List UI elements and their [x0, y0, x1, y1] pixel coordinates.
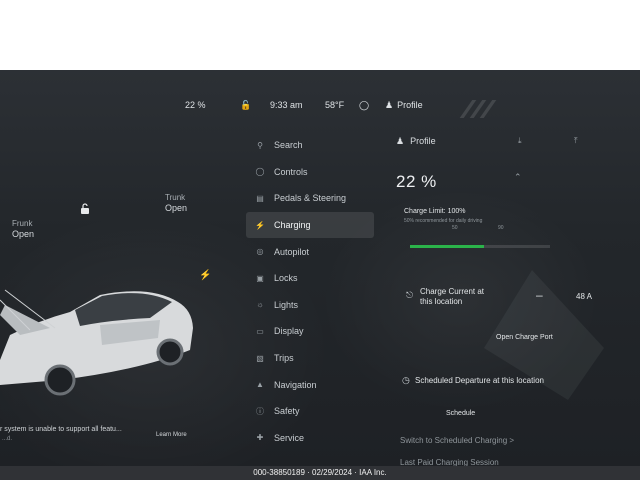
bolt-icon: ⚡	[255, 220, 265, 230]
switch-scheduled-charging-link[interactable]: Switch to Scheduled Charging >	[400, 436, 514, 445]
menu-item-pedals-steering[interactable]: ▤ Pedals & Steering	[246, 185, 374, 212]
trunk-button[interactable]: Trunk Open	[165, 192, 187, 214]
light-icon: ☼	[256, 300, 264, 310]
charge-level-fill	[410, 245, 484, 248]
status-time: 9:33 am	[270, 100, 303, 110]
unlock-icon[interactable]	[80, 203, 90, 215]
touchscreen-display: 22 % 🔓 9:33 am 58°F ◯ ♟ Profile Frunk Ope…	[0, 70, 640, 468]
frunk-label: Frunk	[12, 219, 33, 228]
vehicle-model-image	[0, 289, 193, 396]
charge-limit-slider[interactable]	[410, 245, 550, 248]
charge-limit-subtext: 50% recommended for daily driving	[404, 218, 483, 224]
menu-item-label: Charging	[274, 220, 311, 231]
menu-item-locks[interactable]: ▣ Locks	[246, 265, 374, 292]
display-icon: ▭	[256, 326, 264, 336]
status-battery: 22 %	[185, 100, 206, 110]
tick-label: 50	[452, 225, 458, 231]
charge-limit-label: Charge Limit: 100%	[404, 208, 466, 215]
menu-item-trips[interactable]: ▧ Trips	[246, 345, 374, 372]
car-icon: ▤	[256, 193, 264, 203]
profile-button[interactable]: ♟ Profile	[385, 100, 423, 111]
menu-item-label: Pedals & Steering	[274, 193, 347, 204]
alert-message: r system is unable to support all featu.…	[0, 426, 122, 433]
menu-item-label: Service	[274, 432, 305, 443]
menu-item-controls[interactable]: ◯ Controls	[246, 159, 374, 186]
wrench-icon: ✚	[256, 433, 264, 443]
profile-label: Profile	[397, 100, 423, 110]
plug-icon: ⎋	[406, 290, 414, 300]
trunk-state: Open	[165, 203, 188, 213]
menu-item-label: Search	[274, 140, 303, 151]
alert-subtext: ...d.	[2, 436, 13, 442]
status-temperature[interactable]: 58°F	[325, 100, 344, 110]
open-charge-port-button[interactable]: Open Charge Port	[496, 334, 553, 341]
menu-item-label: Trips	[274, 353, 294, 364]
decrease-current-button[interactable]: –	[536, 288, 543, 302]
menu-item-safety[interactable]: ⓘ Safety	[246, 398, 374, 425]
menu-item-display[interactable]: ▭ Display	[246, 318, 374, 345]
menu-item-label: Navigation	[274, 379, 317, 390]
reflection-stripes	[459, 100, 502, 118]
charge-current-value: 48 A	[576, 292, 593, 301]
navigation-icon: ▲	[256, 380, 264, 390]
lock-icon: ▣	[256, 273, 264, 283]
clock-icon: ◷	[402, 375, 410, 385]
steering-icon: ◎	[256, 247, 264, 257]
menu-item-charging[interactable]: ⚡ Charging	[246, 211, 374, 239]
menu-item-label: Controls	[274, 166, 308, 177]
menu-item-search[interactable]: ⚲ Search	[246, 132, 374, 159]
learn-more-link[interactable]: Learn More	[156, 432, 187, 438]
trips-icon: ▧	[256, 353, 264, 363]
schedule-button[interactable]: Schedule	[446, 410, 475, 417]
tick-label: 90	[498, 225, 504, 231]
upload-icon[interactable]: ⤒	[574, 136, 578, 146]
menu-item-label: Display	[274, 326, 304, 337]
record-icon[interactable]: ◯	[359, 100, 369, 111]
charging-bolt-icon: ⚡	[199, 270, 212, 281]
menu-item-autopilot[interactable]: ◎ Autopilot	[246, 238, 374, 265]
chevron-up-icon[interactable]: ⌃	[514, 172, 522, 183]
frunk-button[interactable]: Frunk Open	[12, 218, 34, 240]
menu-item-service[interactable]: ✚ Service	[246, 425, 374, 452]
menu-item-navigation[interactable]: ▲ Navigation	[246, 371, 374, 398]
menu-item-label: Autopilot	[274, 246, 310, 257]
lock-status-icon[interactable]: 🔓	[240, 100, 251, 111]
frunk-state: Open	[12, 229, 35, 239]
charge-current-line1: Charge Current at	[420, 287, 485, 296]
safety-icon: ⓘ	[256, 406, 264, 416]
battery-percent: 22 %	[396, 172, 437, 191]
menu-item-label: Safety	[274, 406, 300, 417]
menu-item-lights[interactable]: ☼ Lights	[246, 292, 374, 319]
menu-item-label: Locks	[274, 273, 298, 284]
panel-profile-header[interactable]: ♟ Profile	[396, 136, 436, 147]
search-icon: ⚲	[257, 140, 263, 150]
charge-current-line2: this location	[420, 297, 463, 306]
charge-current-label: Charge Current at this location	[420, 287, 484, 307]
trunk-label: Trunk	[165, 193, 186, 202]
auction-watermark: 000-38850189 · 02/29/2024 · IAA Inc.	[0, 466, 640, 480]
person-icon: ♟	[396, 136, 405, 146]
settings-menu: ⚲ Search ◯ Controls ▤ Pedals & Steering ⚡ Ch…	[246, 132, 374, 451]
panel-profile-label: Profile	[410, 136, 436, 146]
scheduled-departure-label: Scheduled Departure at this location	[415, 376, 544, 385]
toggle-icon: ◯	[255, 167, 265, 177]
menu-item-label: Lights	[274, 299, 299, 310]
person-icon: ♟	[385, 100, 394, 110]
download-icon[interactable]: ⤓	[518, 136, 522, 146]
